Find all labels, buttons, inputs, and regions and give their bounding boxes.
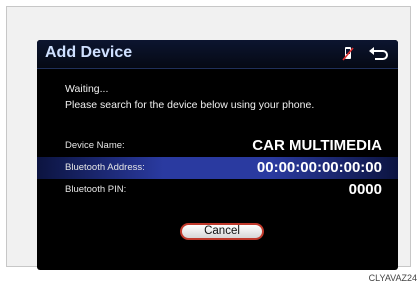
- bluetooth-address-value: 00:00:00:00:00:00: [256, 159, 382, 176]
- phone-icon: [342, 47, 354, 61]
- bluetooth-pin-row: Bluetooth PIN: 0000: [37, 179, 398, 201]
- device-name-label: Device Name:: [65, 140, 125, 151]
- status-message: Waiting...: [65, 83, 109, 95]
- instruction-message: Please search for the device below using…: [65, 99, 315, 111]
- device-name-value: CAR MULTIMEDIA: [252, 137, 382, 154]
- bluetooth-address-label: Bluetooth Address:: [65, 162, 145, 173]
- bluetooth-pin-label: Bluetooth PIN:: [65, 184, 127, 195]
- figure-frame: Add Device Waiting... Please search for …: [6, 6, 411, 270]
- device-name-row: Device Name: CAR MULTIMEDIA: [37, 135, 398, 157]
- bluetooth-pin-value: 0000: [348, 181, 382, 198]
- screen-title: Add Device: [45, 44, 133, 61]
- bluetooth-address-row: Bluetooth Address: 00:00:00:00:00:00: [37, 157, 398, 179]
- back-icon[interactable]: [367, 46, 389, 62]
- display-screen: Add Device Waiting... Please search for …: [37, 40, 398, 270]
- cancel-button[interactable]: Cancel: [180, 223, 264, 240]
- title-bar: Add Device: [37, 40, 398, 69]
- figure-code: CLYAVAZ24: [368, 273, 417, 283]
